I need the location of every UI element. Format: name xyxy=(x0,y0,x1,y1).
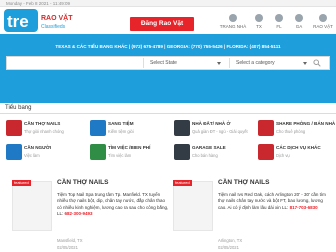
category-share-phong[interactable]: SHARE PHÒNG / BÁN NHÀ Cho thuê phòng xyxy=(258,118,336,140)
home-icon xyxy=(229,14,237,22)
category-can-nguoi[interactable]: CẦN NGƯỜI Việc làm xyxy=(6,142,86,164)
search-input[interactable] xyxy=(7,57,142,69)
nav-tx-label: TX xyxy=(256,24,262,29)
category-label: CẦN THỢ NAILS xyxy=(24,121,61,126)
chevron-down-icon xyxy=(217,61,221,65)
featured-badge: featured xyxy=(173,180,192,186)
listing-location: Mansfield, TX xyxy=(57,238,83,243)
people-icon xyxy=(6,144,22,160)
category-sang-tiem[interactable]: SANG TIỆM Kiếm tiệm giỏi xyxy=(90,118,170,140)
nav-home-label: TRANG NHÀ xyxy=(219,24,247,29)
site-header: tre RAO VẶT Classifieds Đăng Rao Vặt TRA… xyxy=(0,7,336,34)
state-select-value: Select State xyxy=(150,60,177,66)
listing-card[interactable]: featured CẦN THỢ NAILS Tiệm Top Nail Spa… xyxy=(12,175,172,252)
list-icon xyxy=(319,14,327,22)
category-select[interactable]: Select a category xyxy=(229,58,311,68)
listing-image[interactable] xyxy=(12,181,52,231)
category-sub: Cho bán hàng xyxy=(192,153,218,158)
search-icon xyxy=(313,59,321,67)
search-banner: TEXAS & CÁC TIỂU BANG KHÁC | (972) 675-4… xyxy=(0,34,336,103)
listing-title[interactable]: CẦN THỢ NAILS xyxy=(57,179,108,186)
state-select[interactable]: Select State xyxy=(143,58,225,68)
current-date: Monday - Feb 8 2021 - 11:49:09 xyxy=(6,0,70,6)
listing-location: Arlington, TX xyxy=(218,238,243,243)
category-sub: Dịch vụ xyxy=(276,153,290,158)
listing-title[interactable]: CẦN THỢ NAILS xyxy=(218,179,269,186)
top-bar: Monday - Feb 8 2021 - 11:49:09 xyxy=(0,0,336,7)
category-label: SANG TIỆM xyxy=(108,121,134,126)
flag-icon xyxy=(275,14,283,22)
logo-bottom-text: Classifieds xyxy=(41,24,66,30)
nav-fl[interactable]: FL xyxy=(270,14,288,34)
search-button[interactable] xyxy=(307,57,329,69)
logo-big-text: tre xyxy=(7,12,29,31)
nav-ga[interactable]: GA xyxy=(290,14,308,34)
category-grid: CẦN THỢ NAILS Thợ giỏi nhanh chóng SANG … xyxy=(0,118,336,166)
category-sub: Quả giàn ĐT - ngủ - Giải quyết xyxy=(192,129,248,134)
category-sub: Kiếm tiệm giỏi xyxy=(108,129,134,134)
category-nails[interactable]: CẦN THỢ NAILS Thợ giỏi nhanh chóng xyxy=(6,118,86,140)
site-logo[interactable]: tre RAO VẶT Classifieds xyxy=(4,8,84,33)
category-sub: Việc làm xyxy=(24,153,40,158)
category-garage-sale[interactable]: GARAGE SALE Cho bán hàng xyxy=(174,142,254,164)
nav-links: TRANG NHÀ TX FL GA RAO VẶT xyxy=(220,14,336,34)
tag-icon xyxy=(174,144,190,160)
listing-image[interactable] xyxy=(173,181,213,231)
category-label: CÁC DỊCH VỤ KHÁC xyxy=(276,145,321,150)
store-icon xyxy=(90,120,106,136)
search-bar: Select State Select a category xyxy=(6,56,330,70)
page: Monday - Feb 8 2021 - 11:49:09 tre RAO V… xyxy=(0,0,336,252)
category-tim-viec[interactable]: TÌM VIỆC /BIEN PHÍ Tìm việc làm xyxy=(90,142,170,164)
listing-description: Tiệm nail Ivs Red Oak, cách Arlington 20… xyxy=(218,192,330,211)
nav-raovat[interactable]: RAO VẶT xyxy=(312,14,334,34)
featured-badge: featured xyxy=(12,180,31,186)
listing-card[interactable]: featured CẦN THỢ NAILS Tiệm nail Ivs Red… xyxy=(173,175,333,252)
section-title: Tiểu bang xyxy=(5,105,32,111)
listing-description: Tiệm Top Nail Spa trung tâm Tp. Manfield… xyxy=(57,192,169,218)
listing-date: 02/05/2021 xyxy=(218,245,239,250)
listing-date: 02/05/2021 xyxy=(57,245,78,250)
category-select-value: Select a category xyxy=(236,60,275,66)
key-icon xyxy=(258,120,274,136)
category-label: TÌM VIỆC /BIEN PHÍ xyxy=(108,145,151,150)
category-label: CẦN NGƯỜI xyxy=(24,145,52,150)
nav-fl-label: FL xyxy=(276,24,282,29)
house-icon xyxy=(174,120,190,136)
nav-ga-label: GA xyxy=(295,24,303,29)
search-job-icon xyxy=(90,144,106,160)
services-icon xyxy=(258,144,274,160)
category-label: GARAGE SALE xyxy=(192,145,226,150)
post-ad-button[interactable]: Đăng Rao Vặt xyxy=(130,17,194,31)
nav-tx[interactable]: TX xyxy=(250,14,268,34)
flag-icon xyxy=(295,14,303,22)
logo-top-text: RAO VẶT xyxy=(41,13,73,22)
section-header: Tiểu bang xyxy=(0,103,336,114)
nav-home[interactable]: TRANG NHÀ xyxy=(220,14,246,34)
nav-raovat-label: RAO VẶT xyxy=(313,24,333,29)
flag-icon xyxy=(255,14,263,22)
nail-icon xyxy=(6,120,22,136)
category-sub: Tìm việc làm xyxy=(108,153,132,158)
category-label: NHÀ ĐẤT/ NHÀ Ở xyxy=(192,121,231,126)
states-phone-line: TEXAS & CÁC TIỂU BANG KHÁC | (972) 675-4… xyxy=(55,44,281,49)
listing-grid: featured CẦN THỢ NAILS Tiệm Top Nail Spa… xyxy=(0,175,336,252)
category-sub: Cho thuê phòng xyxy=(276,129,306,134)
listing-phone: 682-300-9493 xyxy=(64,211,93,217)
category-sub: Thợ giỏi nhanh chóng xyxy=(24,129,64,134)
category-label: SHARE PHÒNG / BÁN NHÀ xyxy=(276,121,336,126)
category-dich-vu[interactable]: CÁC DỊCH VỤ KHÁC Dịch vụ xyxy=(258,142,334,164)
category-nha-dat[interactable]: NHÀ ĐẤT/ NHÀ Ở Quả giàn ĐT - ngủ - Giải … xyxy=(174,118,254,140)
listing-phone: 817-703-6830 xyxy=(289,204,318,210)
